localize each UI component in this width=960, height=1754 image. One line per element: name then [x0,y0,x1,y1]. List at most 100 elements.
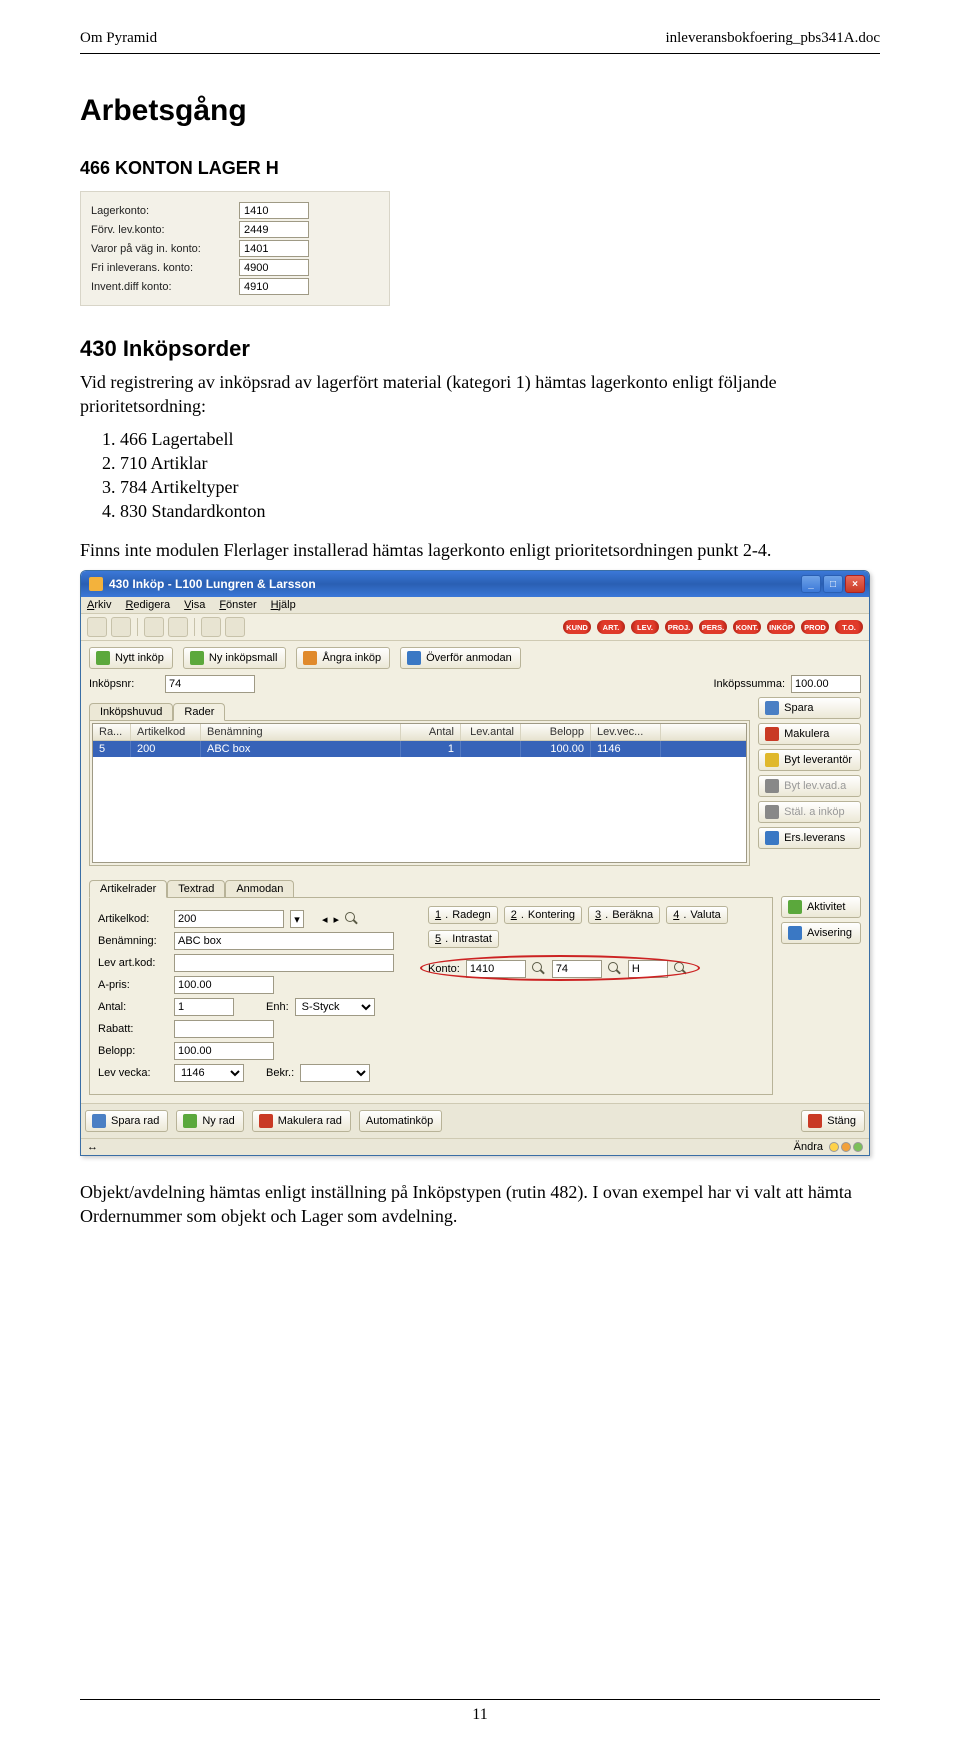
tab-inkopshuvud[interactable]: Inköpshuvud [89,703,173,720]
konton-value[interactable]: 1401 [239,240,309,257]
tab-textrad[interactable]: Textrad [167,880,225,897]
close-icon [808,1114,822,1128]
spara-button[interactable]: Spara [758,697,861,719]
info-chip-art[interactable]: ART. [597,620,625,634]
inkopssumma-label: Inköpssumma: [713,678,785,690]
makulera-rad-button[interactable]: Makulera rad [252,1110,351,1132]
close-button[interactable]: × [845,575,865,593]
byt-leverantor-button[interactable]: Byt leverantör [758,749,861,771]
avisering-button[interactable]: Avisering [781,922,861,944]
disabled-icon [765,805,779,819]
levvecka-select[interactable]: 1146 [174,1064,244,1082]
bekr-select[interactable] [300,1064,370,1082]
col-belopp[interactable]: Belopp [521,724,591,740]
nav-first-icon[interactable]: ◂ [322,913,328,926]
ny-rad-button[interactable]: Ny rad [176,1110,243,1132]
menu-visa[interactable]: Visa [184,599,205,611]
info-chip-kont[interactable]: KONT. [733,620,761,634]
col-antal[interactable]: Antal [401,724,461,740]
tab-anmodan[interactable]: Anmodan [225,880,294,897]
menu-arkiv[interactable]: Arkiv [87,599,111,611]
toolbar-icon[interactable] [168,617,188,637]
apris-label: A-pris: [98,979,168,991]
levartkod-field[interactable] [174,954,394,972]
enh-select[interactable]: S-Styck [295,998,375,1016]
info-chip-kund[interactable]: KUND [563,620,591,634]
konton-value[interactable]: 4910 [239,278,309,295]
nytt-inkop-button[interactable]: Nytt inköp [89,647,173,669]
col-ra[interactable]: Ra... [93,724,131,740]
para-2: Finns inte modulen Flerlager installerad… [80,538,880,562]
rabatt-field[interactable] [174,1020,274,1038]
menu-redigera[interactable]: Redigera [125,599,170,611]
dropdown-icon[interactable]: ▾ [290,910,304,928]
antal-field[interactable]: 1 [174,998,234,1016]
toolbar-icon[interactable] [201,617,221,637]
konton-value[interactable]: 1410 [239,202,309,219]
minimize-button[interactable]: _ [801,575,821,593]
automatinkop-button[interactable]: Automatinköp [359,1110,442,1132]
col-benamning[interactable]: Benämning [201,724,401,740]
quick-3-berakna[interactable]: 3.Beräkna [588,906,660,924]
toolbar-icon[interactable] [111,617,131,637]
benamning-field[interactable]: ABC box [174,932,394,950]
titlebar[interactable]: 430 Inköp - L100 Lungren & Larsson _ □ × [81,571,869,597]
toolbar-icon[interactable] [87,617,107,637]
search-icon[interactable] [532,962,546,976]
search-icon[interactable] [608,962,622,976]
levartkod-label: Lev art.kod: [98,957,168,969]
quick-5-intrastat[interactable]: 5.Intrastat [428,930,499,948]
quick-2-kontering[interactable]: 2.Kontering [504,906,582,924]
col-levantal[interactable]: Lev.antal [461,724,521,740]
tab-artikelrader[interactable]: Artikelrader [89,880,167,898]
menu-hjalp[interactable]: Hjälp [271,599,296,611]
overfor-anmodan-button[interactable]: Överför anmodan [400,647,521,669]
quick-4-valuta[interactable]: 4.Valuta [666,906,728,924]
status-arrow-icon: ↔ [87,1141,98,1153]
makulera-button[interactable]: Makulera [758,723,861,745]
aktivitet-button[interactable]: Aktivitet [781,896,861,918]
search-icon[interactable] [345,912,359,926]
status-light-yellow [829,1142,839,1152]
section-430-title: 430 Inköpsorder [80,336,880,362]
ny-inkopsmall-button[interactable]: Ny inköpsmall [183,647,286,669]
info-chip-proj[interactable]: PROJ. [665,620,693,634]
info-chip-inkop[interactable]: INKÖP [767,620,795,634]
konton-value[interactable]: 2449 [239,221,309,238]
grid-row[interactable]: 5 200 ABC box 1 100.00 1146 [93,741,746,757]
quick-1-radegn[interactable]: 1.Radegn [428,906,498,924]
belopp-field[interactable]: 100.00 [174,1042,274,1060]
spara-rad-button[interactable]: Spara rad [85,1110,168,1132]
konto-field-c[interactable]: H [628,960,668,978]
konto-field-b[interactable]: 74 [552,960,602,978]
notify-icon [788,926,802,940]
search-icon[interactable] [674,962,688,976]
artikelkod-label: Artikelkod: [98,913,168,925]
toolbar: KUND ART. LEV. PROJ. PERS. KONT. INKÖP P… [81,614,869,641]
maximize-button[interactable]: □ [823,575,843,593]
info-chip-pers[interactable]: PERS. [699,620,727,634]
angra-inkop-button[interactable]: Ångra inköp [296,647,390,669]
toolbar-icon[interactable] [144,617,164,637]
info-chip-lev[interactable]: LEV. [631,620,659,634]
artikelkod-field[interactable]: 200 [174,910,284,928]
menu-fonster[interactable]: Fönster [219,599,256,611]
konton-value[interactable]: 4900 [239,259,309,276]
col-levvecka[interactable]: Lev.vec... [591,724,661,740]
tab-rader[interactable]: Rader [173,703,225,721]
konto-field-a[interactable]: 1410 [466,960,526,978]
apris-field[interactable]: 100.00 [174,976,274,994]
ers-leverans-button[interactable]: Ers.leverans [758,827,861,849]
stang-button[interactable]: Stäng [801,1110,865,1132]
page-number: 11 [472,1706,487,1723]
col-artikelkod[interactable]: Artikelkod [131,724,201,740]
app-window: 430 Inköp - L100 Lungren & Larsson _ □ ×… [80,570,870,1156]
template-icon [190,651,204,665]
rows-grid[interactable]: Ra... Artikelkod Benämning Antal Lev.ant… [92,723,747,863]
nav-next-icon[interactable]: ▸ [334,913,340,926]
toolbar-icon[interactable] [225,617,245,637]
inkopsnr-field[interactable]: 74 [165,675,255,693]
disabled-icon [765,779,779,793]
info-chip-to[interactable]: T.O. [835,620,863,634]
info-chip-prod[interactable]: PROD [801,620,829,634]
